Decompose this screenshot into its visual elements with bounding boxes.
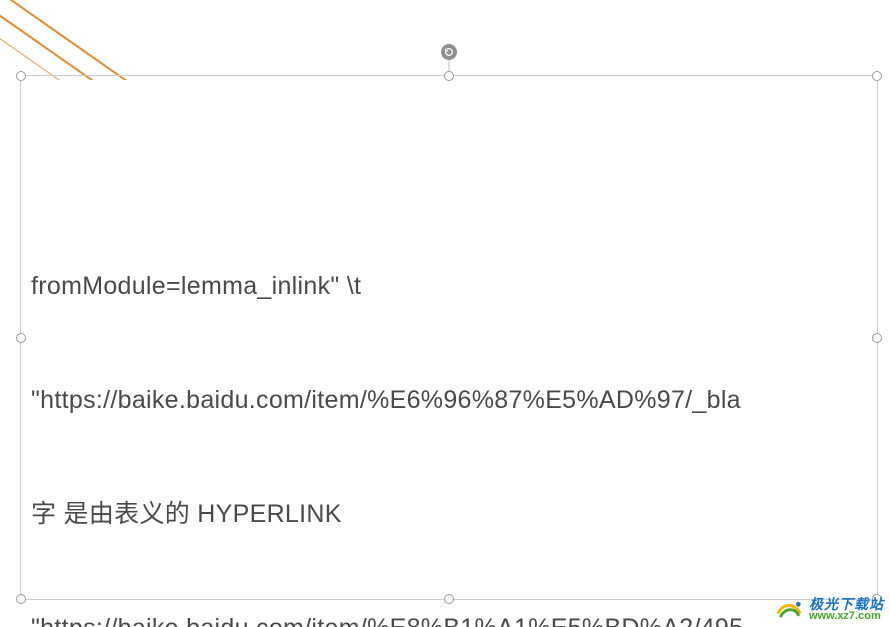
decorative-lines bbox=[0, 0, 140, 80]
textbox-frame[interactable]: fromModule=lemma_inlink" \t "https://bai… bbox=[20, 75, 878, 600]
textbox-content[interactable]: fromModule=lemma_inlink" \t "https://bai… bbox=[31, 191, 877, 627]
resize-handle-top-right[interactable] bbox=[872, 71, 882, 81]
watermark-url: www.xz7.com bbox=[809, 611, 884, 622]
text-line: 字 是由表义的 HYPERLINK bbox=[31, 495, 877, 533]
watermark: 极光下载站 www.xz7.com bbox=[775, 595, 884, 623]
swoosh-icon bbox=[775, 595, 803, 623]
rotate-icon bbox=[444, 47, 454, 57]
rotation-handle[interactable] bbox=[441, 44, 457, 60]
resize-handle-middle-top[interactable] bbox=[444, 71, 454, 81]
text-line: "https://baike.baidu.com/item/%E8%B1%A1%… bbox=[31, 609, 877, 627]
text-line: fromModule=lemma_inlink" \t bbox=[31, 267, 877, 305]
resize-handle-middle-left[interactable] bbox=[16, 333, 26, 343]
text-line: "https://baike.baidu.com/item/%E6%96%87%… bbox=[31, 381, 877, 419]
rotation-stem bbox=[449, 58, 450, 72]
resize-handle-bottom-left[interactable] bbox=[16, 594, 26, 604]
slide-canvas: fromModule=lemma_inlink" \t "https://bai… bbox=[0, 0, 890, 627]
watermark-title: 极光下载站 bbox=[809, 597, 884, 611]
resize-handle-top-left[interactable] bbox=[16, 71, 26, 81]
